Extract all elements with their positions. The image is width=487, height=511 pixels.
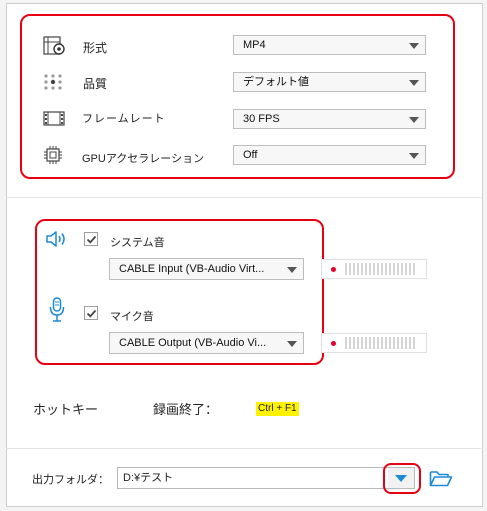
chevron-down-icon [409,117,419,123]
output-folder-path-input[interactable]: D:¥テスト [117,467,415,489]
format-select[interactable]: MP4 [233,35,426,55]
system-audio-level-meter [321,259,427,279]
dropdown-highlight [383,463,421,494]
system-audio-device-value: CABLE Input (VB-Audio Virt... [119,263,265,275]
mic-device-value: CABLE Output (VB-Audio Vi... [119,337,267,349]
format-gear-icon [43,36,65,55]
gpu-value: Off [243,149,258,161]
chevron-down-icon [287,267,297,273]
chip-icon [44,146,62,164]
level-bars [345,337,417,352]
framerate-label: フレームレート [82,113,166,125]
mic-audio-label: マイク音 [110,311,154,323]
system-audio-checkbox[interactable] [84,232,98,246]
mic-level-meter [321,333,427,353]
gpu-label: GPUアクセラレーション [82,153,205,165]
output-folder-path-value: D:¥テスト [123,472,174,484]
checkmark-icon [86,235,97,244]
microphone-icon[interactable] [49,297,65,323]
speaker-icon[interactable] [45,229,69,249]
output-folder-label: 出力フォルダ： [32,474,109,486]
checkmark-icon [86,309,97,318]
open-folder-icon[interactable] [429,469,453,488]
gpu-select[interactable]: Off [233,145,426,165]
hotkey-keys-badge[interactable]: Ctrl + F1 [256,402,299,416]
section-divider [6,448,481,449]
film-strip-icon [43,111,65,126]
system-audio-device-select[interactable]: CABLE Input (VB-Audio Virt... [109,258,304,280]
chevron-down-icon [287,341,297,347]
level-bars [345,263,417,278]
chevron-down-icon [409,80,419,86]
quality-select[interactable]: デフォルト値 [233,72,426,92]
framerate-select[interactable]: 30 FPS [233,109,426,129]
system-audio-label: システム音 [110,237,165,249]
level-indicator-dot [331,267,336,272]
mic-device-select[interactable]: CABLE Output (VB-Audio Vi... [109,332,304,354]
quality-dots-icon [44,74,62,90]
mic-audio-checkbox[interactable] [84,306,98,320]
quality-value: デフォルト値 [243,76,309,88]
section-divider [6,197,481,198]
chevron-down-icon [409,43,419,49]
format-value: MP4 [243,39,266,51]
quality-label: 品質 [83,77,108,91]
framerate-value: 30 FPS [243,113,280,125]
format-label: 形式 [83,41,108,55]
level-indicator-dot [331,341,336,346]
hotkey-label: ホットキー [33,402,99,417]
chevron-down-icon [409,153,419,159]
hotkey-action-label: 録画終了： [153,402,219,417]
